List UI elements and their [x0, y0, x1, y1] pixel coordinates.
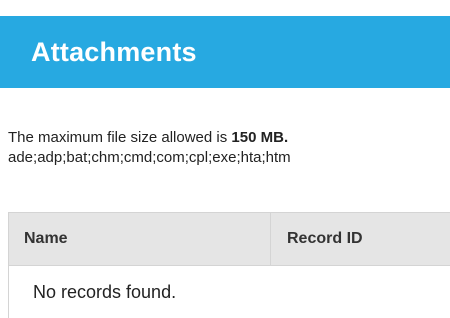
max-size-line: The maximum file size allowed is 150 MB. — [8, 128, 450, 148]
max-size-value: 150 MB. — [231, 129, 289, 146]
max-size-label: The maximum file size allowed is — [8, 129, 228, 146]
page-title: Attachments — [31, 36, 197, 67]
upload-info: The maximum file size allowed is 150 MB.… — [8, 128, 450, 168]
column-header-record-id[interactable]: Record ID — [271, 213, 450, 265]
attachments-header: Attachments — [0, 16, 450, 88]
top-strip — [0, 0, 450, 16]
empty-message: No records found. — [9, 266, 450, 318]
attachments-grid: Name Record ID No records found. — [8, 212, 450, 318]
blocked-extensions: ade;adp;bat;chm;cmd;com;cpl;exe;hta;htm — [8, 149, 291, 166]
column-header-name[interactable]: Name — [9, 213, 271, 265]
grid-header: Name Record ID — [9, 213, 450, 266]
